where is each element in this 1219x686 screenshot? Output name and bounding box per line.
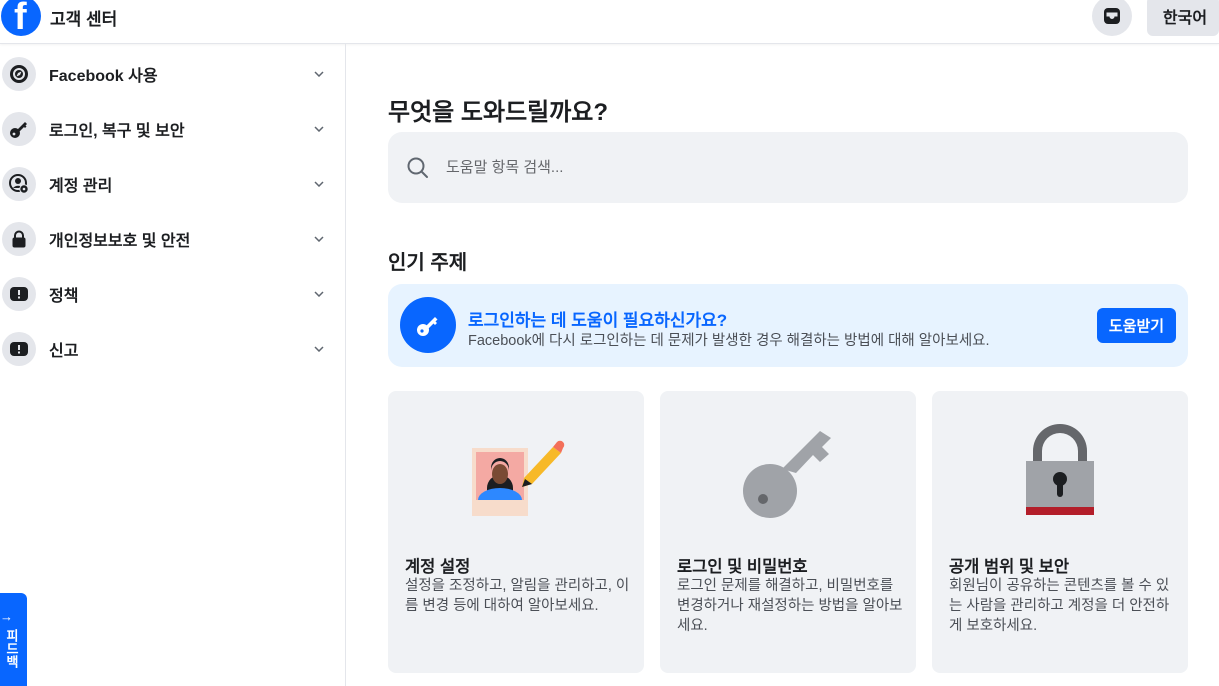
- sidebar-item-privacy-safety[interactable]: 개인정보보호 및 안전: [0, 214, 340, 264]
- chevron-down-icon: [312, 122, 326, 136]
- feedback-label: 피드백: [4, 629, 19, 668]
- card-description: 설정을 조정하고, 알림을 관리하고, 이름 변경 등에 대하여 알아보세요.: [405, 578, 630, 614]
- search-input[interactable]: [446, 132, 1166, 203]
- card-title: 공개 범위 및 보안: [949, 558, 1070, 576]
- compass-icon: [2, 57, 36, 91]
- sidebar-item-using-facebook[interactable]: Facebook 사용: [0, 49, 340, 99]
- top-header: f 고객 센터 한국어: [0, 0, 1219, 44]
- arrow-right-icon: →: [0, 609, 13, 624]
- sidebar-item-report[interactable]: 신고: [0, 324, 340, 374]
- card-description: 회원님이 공유하는 콘텐츠를 볼 수 있는 사람을 관리하고 계정을 더 안전하…: [949, 578, 1170, 634]
- alert-icon: [2, 277, 36, 311]
- chevron-down-icon: [312, 67, 326, 81]
- sidebar-item-label: 신고: [49, 343, 79, 360]
- topic-card-account-settings[interactable]: 계정 설정 설정을 조정하고, 알림을 관리하고, 이름 변경 등에 대하여 알…: [388, 391, 644, 673]
- search-icon: [407, 157, 428, 178]
- chevron-down-icon: [312, 232, 326, 246]
- card-title: 로그인 및 비밀번호: [677, 558, 808, 576]
- sidebar: Facebook 사용 로그인, 복구 및 보안 계정 관리 개인정보보호 및 …: [0, 44, 346, 686]
- card-title: 계정 설정: [405, 558, 471, 576]
- sidebar-item-label: 계정 관리: [49, 178, 113, 195]
- banner-title[interactable]: 로그인하는 데 도움이 필요하신가요?: [468, 306, 727, 331]
- lock-icon: [2, 222, 36, 256]
- inbox-button[interactable]: [1092, 0, 1132, 36]
- key-icon: [2, 112, 36, 146]
- help-center-title[interactable]: 고객 센터: [50, 5, 117, 30]
- sidebar-item-label: 개인정보보호 및 안전: [49, 233, 191, 250]
- account-gear-icon: [2, 167, 36, 201]
- sidebar-item-label: Facebook 사용: [49, 68, 158, 85]
- padlock-illustration-icon: [1026, 424, 1094, 515]
- inbox-icon: [1104, 8, 1120, 24]
- topic-card-privacy-security[interactable]: 공개 범위 및 보안 회원님이 공유하는 콘텐츠를 볼 수 있는 사람을 관리하…: [932, 391, 1188, 673]
- sidebar-item-label: 정책: [49, 288, 79, 305]
- key-illustration-icon: [743, 431, 831, 518]
- chevron-down-icon: [312, 177, 326, 191]
- card-description: 로그인 문제를 해결하고, 비밀번호를 변경하거나 재설정하는 방법을 알아보세…: [677, 578, 903, 634]
- sidebar-item-label: 로그인, 복구 및 보안: [49, 123, 185, 140]
- key-icon: [400, 297, 456, 353]
- banner-description: Facebook에 다시 로그인하는 데 문제가 발생한 경우 해결하는 방법에…: [468, 333, 990, 349]
- get-help-button[interactable]: 도움받기: [1097, 308, 1176, 343]
- chevron-down-icon: [312, 287, 326, 301]
- page-title: 무엇을 도와드릴까요?: [388, 99, 609, 126]
- popular-topics-title: 인기 주제: [388, 252, 468, 274]
- topic-card-login-password[interactable]: 로그인 및 비밀번호 로그인 문제를 해결하고, 비밀번호를 변경하거나 재설정…: [660, 391, 916, 673]
- profile-photo-pencil-icon: [472, 440, 565, 516]
- chevron-down-icon: [312, 342, 326, 356]
- search-box[interactable]: [388, 132, 1188, 203]
- feedback-tab[interactable]: → 피드백: [0, 593, 27, 686]
- sidebar-item-policies[interactable]: 정책: [0, 269, 340, 319]
- login-help-banner: 로그인하는 데 도움이 필요하신가요? Facebook에 다시 로그인하는 데…: [388, 284, 1188, 367]
- language-button[interactable]: 한국어: [1147, 0, 1219, 36]
- alert-icon: [2, 332, 36, 366]
- facebook-logo-icon[interactable]: f: [1, 0, 41, 36]
- sidebar-item-account-management[interactable]: 계정 관리: [0, 159, 340, 209]
- sidebar-item-login-security[interactable]: 로그인, 복구 및 보안: [0, 104, 340, 154]
